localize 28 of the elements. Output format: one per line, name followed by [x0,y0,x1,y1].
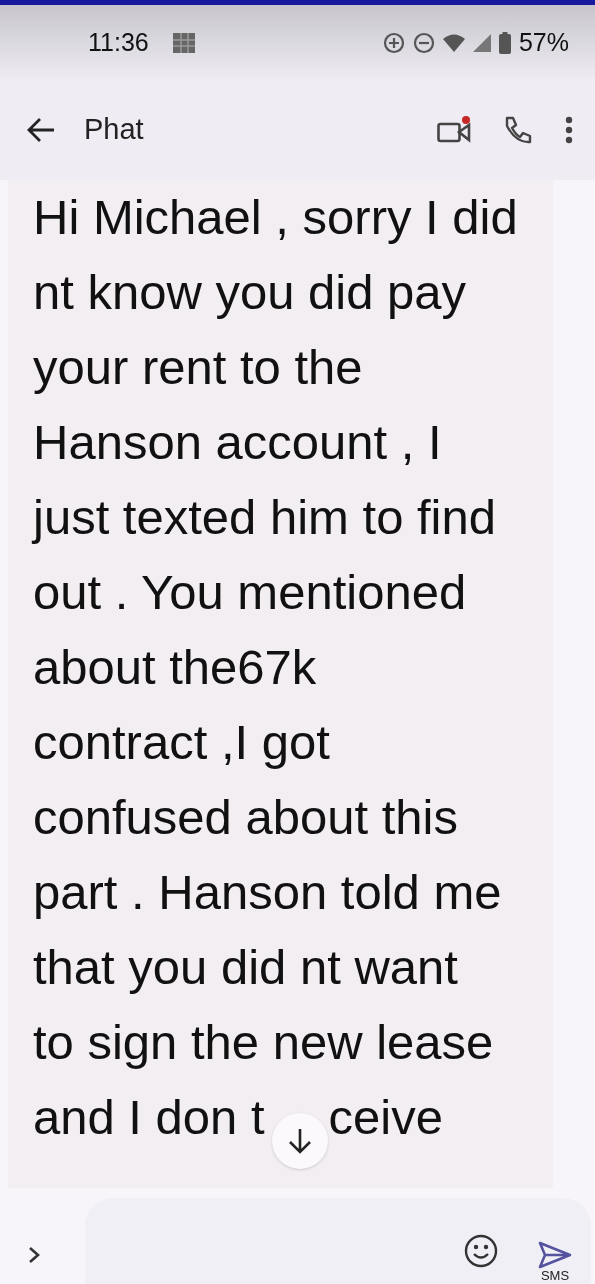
battery-percentage: 57% [518,26,569,58]
message-line: nt know you did pay [33,264,467,321]
message-line: that you did nt want [33,939,458,996]
message-line: ceive [328,1089,443,1146]
signal-icon [472,33,491,52]
message-line: out . You mentioned [33,564,467,621]
data-saver-icon [382,31,405,54]
expand-chevron-icon[interactable] [28,1246,40,1264]
battery-icon [498,31,511,54]
do-not-disturb-icon [412,31,435,54]
wifi-icon [442,33,465,52]
message-line: confused about this [33,789,458,846]
message-line: and I don t [33,1089,265,1146]
contact-name: Phat [84,112,144,148]
message-line: to sign the new lease [33,1014,494,1071]
message-line: about the67k [33,639,317,696]
message-line: part . Hanson told me [33,864,502,921]
compose-field[interactable] [85,1198,591,1284]
message-line: contract ,I got [33,714,330,771]
message-line: Hi Michael , sorry I did [33,189,518,246]
emoji-icon[interactable] [464,1234,498,1268]
send-sms-button[interactable]: SMS [538,1241,572,1282]
down-arrow-icon [288,1127,312,1155]
message-line: just texted him to find [33,489,496,546]
message-line: your rent to the [33,339,363,396]
message-line: Hanson account , I [33,414,442,471]
clock-time: 11:36 [88,26,149,58]
app-notification-icon [172,32,195,53]
